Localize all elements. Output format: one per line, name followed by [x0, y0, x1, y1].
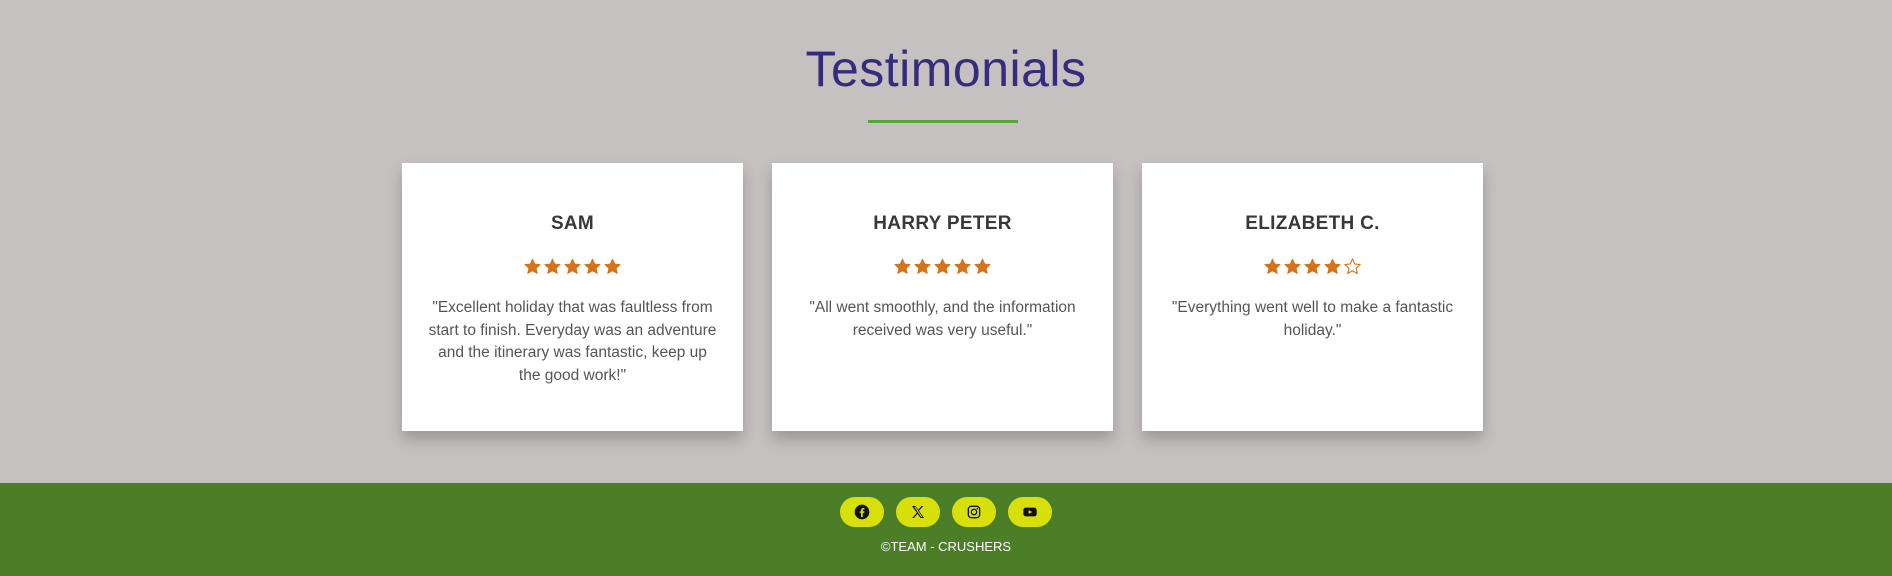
x-twitter-link[interactable] — [896, 497, 940, 527]
star-filled-icon — [564, 258, 581, 274]
star-rating — [402, 257, 743, 276]
testimonial-card: HARRY PETER "All went smoothly, and the … — [772, 163, 1113, 431]
star-filled-icon — [1264, 258, 1281, 274]
instagram-icon — [967, 505, 981, 519]
star-filled-icon — [604, 258, 621, 274]
reviewer-name: HARRY PETER — [873, 213, 1012, 234]
youtube-link[interactable] — [1008, 497, 1052, 527]
star-filled-icon — [974, 258, 991, 274]
copyright-text: ©TEAM - CRUSHERS — [880, 539, 1012, 554]
star-filled-icon — [1324, 258, 1341, 274]
star-filled-icon — [1284, 258, 1301, 274]
star-filled-icon — [544, 258, 561, 274]
star-filled-icon — [524, 258, 541, 274]
star-filled-icon — [934, 258, 951, 274]
testimonials-section: Testimonials SAM "Excellent holiday that… — [0, 0, 1892, 483]
testimonial-quote: "Excellent holiday that was faultless fr… — [428, 299, 717, 384]
star-filled-icon — [584, 258, 601, 274]
instagram-link[interactable] — [952, 497, 996, 527]
social-links — [0, 497, 1892, 527]
site-footer: ©TEAM - CRUSHERS — [0, 483, 1892, 576]
x-twitter-icon — [912, 506, 924, 518]
testimonial-card: ELIZABETH C. "Everything went well to ma… — [1142, 163, 1483, 431]
testimonial-quote: "Everything went well to make a fantasti… — [1171, 299, 1454, 339]
title-underline — [868, 120, 1018, 123]
facebook-icon — [854, 504, 870, 520]
star-filled-icon — [954, 258, 971, 274]
star-filled-icon — [894, 258, 911, 274]
youtube-icon — [1023, 507, 1037, 517]
star-empty-icon — [1344, 258, 1361, 275]
testimonial-quote: "All went smoothly, and the information … — [809, 299, 1076, 339]
reviewer-name: SAM — [550, 213, 595, 234]
star-rating — [772, 257, 1113, 276]
star-rating — [1142, 257, 1483, 276]
star-filled-icon — [1304, 258, 1321, 274]
facebook-link[interactable] — [840, 497, 884, 527]
section-title: Testimonials — [805, 41, 1087, 97]
reviewer-name: ELIZABETH C. — [1245, 213, 1380, 234]
testimonial-card: SAM "Excellent holiday that was faultles… — [402, 163, 743, 431]
star-filled-icon — [914, 258, 931, 274]
